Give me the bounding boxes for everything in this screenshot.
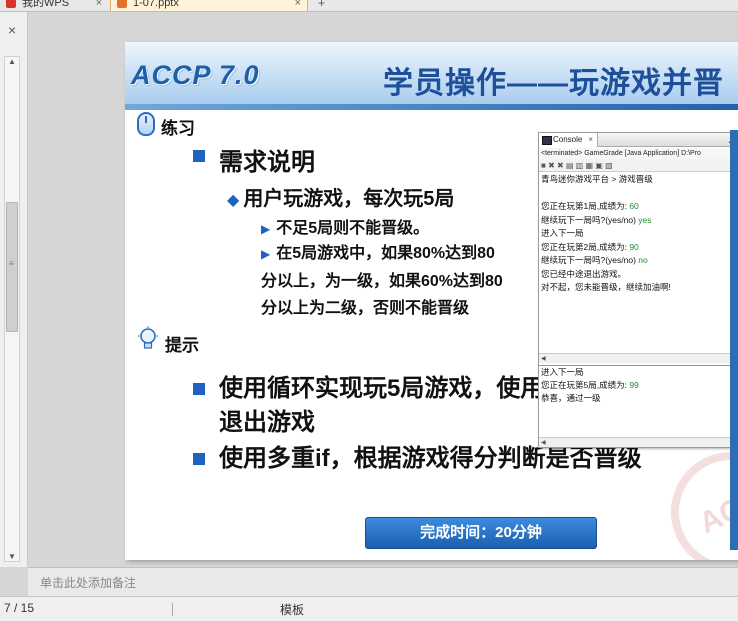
- sub-bullet-3: ▶ 在5局游戏中，如果80%达到80分以上，为一级，如果60%达到80分以上为二级…: [261, 240, 509, 322]
- console-line: 青鸟迷你游戏平台 > 游戏晋级: [541, 174, 653, 184]
- sidebar-scrollbar[interactable]: ▲ ≡ ▼: [4, 56, 20, 562]
- scroll-left-icon[interactable]: ◀: [541, 355, 546, 362]
- triangle-bullet-icon: ▶: [261, 222, 271, 236]
- console-line: 您正在玩第5局,成绩为: 99: [541, 380, 639, 390]
- sub-bullet-1: ◆ 用户玩游戏，每次玩5局: [227, 182, 454, 211]
- hint-label: 提示: [165, 336, 199, 355]
- stop-icon[interactable]: ■: [541, 161, 546, 170]
- scroll-up-icon[interactable]: ▲: [8, 57, 16, 66]
- console-line: 对不起，您未能晋级，继续加油啊!: [541, 282, 671, 292]
- tab-pptx[interactable]: 1-07.pptx ×: [110, 0, 308, 11]
- tab-label: 我的WPS: [22, 0, 70, 9]
- console-output-2: 进入下一局 您正在玩第5局,成绩为: 99 恭喜，通过一级: [539, 365, 737, 437]
- console-window: Console× ▁ □ <terminated> GameGrade [Jav…: [538, 132, 738, 448]
- tab-label: 1-07.pptx: [133, 0, 179, 9]
- wps-icon: [6, 0, 16, 8]
- bullet-square-icon: [193, 383, 205, 395]
- template-button[interactable]: 模板: [280, 601, 304, 618]
- slide-header: ACCP 7.0 学员操作——玩游戏并晋: [125, 42, 738, 104]
- open-console-icon[interactable]: ▧: [605, 161, 613, 170]
- requirement-heading: 需求说明: [193, 142, 315, 177]
- console-line: 您已经中途退出游戏。: [541, 268, 627, 279]
- console-status: <terminated> GameGrade [Java Application…: [539, 148, 738, 159]
- console-horizontal-scrollbar-2[interactable]: ◀ ▶: [539, 437, 738, 447]
- remove-all-icon[interactable]: ✖: [557, 161, 564, 170]
- sub-bullet-2: ▶ 不足5局则不能晋级。: [261, 214, 429, 238]
- new-tab-button[interactable]: +: [318, 0, 325, 10]
- status-bar: 7 / 15 模板: [0, 596, 738, 621]
- clear-icon[interactable]: ▤: [566, 161, 574, 170]
- display-console-icon[interactable]: ▣: [595, 161, 603, 170]
- scroll-down-icon[interactable]: ▼: [8, 552, 16, 561]
- console-horizontal-scrollbar[interactable]: ◀ ▶: [539, 353, 738, 363]
- diamond-bullet-icon: ◆: [227, 192, 240, 209]
- console-line: 继续玩下一局吗?(yes/no) no: [541, 255, 648, 265]
- console-line: 继续玩下一局吗?(yes/no) yes: [541, 214, 652, 225]
- scroll-lock-icon[interactable]: ▥: [576, 161, 584, 170]
- close-icon[interactable]: ×: [295, 0, 301, 11]
- notes-area[interactable]: 单击此处添加备注: [28, 567, 738, 596]
- console-line: 恭喜，通过一级: [541, 393, 601, 403]
- tab-my-wps[interactable]: 我的WPS ×: [0, 0, 108, 11]
- slide-canvas[interactable]: ACCP 7.0 学员操作——玩游戏并晋 练习 需求说明 ◆ 用户玩游戏，每次玩5…: [125, 42, 738, 560]
- console-tab[interactable]: Console ×: [539, 133, 599, 147]
- console-output: 青鸟迷你游戏平台 > 游戏晋级 您正在玩第1局,成绩为: 60 继续玩下一局吗?…: [539, 173, 737, 353]
- grip-icon: ≡: [9, 259, 14, 268]
- close-icon[interactable]: ×: [588, 135, 593, 144]
- pin-icon[interactable]: ▦: [586, 161, 594, 170]
- sub-bullet-text: 在5局游戏中，如果80%达到80分以上，为一级，如果60%达到80分以上为二级，…: [261, 245, 503, 317]
- console-tab-label: Console: [553, 135, 583, 144]
- practice-label: 练习: [161, 119, 195, 138]
- console-line: 您正在玩第1局,成绩为: 60: [541, 201, 639, 211]
- document-tab-bar: 我的WPS × 1-07.pptx × +: [0, 0, 738, 12]
- console-line: 您正在玩第2局,成绩为: 90: [541, 241, 639, 252]
- scroll-left-icon[interactable]: ◀: [541, 439, 546, 446]
- triangle-bullet-icon: ▶: [261, 247, 271, 261]
- header-divider: [125, 104, 738, 110]
- lightbulb-icon: [138, 326, 158, 349]
- sub-bullet-text: 用户玩游戏，每次玩5局: [243, 188, 455, 210]
- mouse-icon: [137, 112, 155, 136]
- bullet-square-icon: [193, 150, 205, 162]
- thumbnail-sidebar: × ▲ ≡ ▼: [0, 12, 28, 567]
- slide-title: 学员操作——玩游戏并晋: [383, 67, 724, 100]
- ppt-file-icon: [117, 0, 127, 8]
- close-icon[interactable]: ×: [96, 0, 102, 11]
- page-number: 7 / 15: [4, 601, 35, 615]
- console-tab-bar: Console× ▁ □: [539, 133, 738, 147]
- accp-logo: ACCP 7.0: [131, 60, 260, 90]
- requirement-text: 需求说明: [219, 149, 315, 176]
- slide-workspace: ACCP 7.0 学员操作——玩游戏并晋 练习 需求说明 ◆ 用户玩游戏，每次玩5…: [28, 12, 738, 567]
- status-divider: [172, 603, 173, 616]
- close-icon[interactable]: ×: [8, 22, 16, 38]
- console-line: 进入下一局: [541, 367, 584, 377]
- bullet-square-icon: [193, 453, 205, 465]
- right-panel-edge: [730, 130, 738, 550]
- scrollbar-thumb[interactable]: ≡: [6, 202, 18, 332]
- console-line: 进入下一局: [541, 228, 584, 238]
- console-toolbar: ■ ✖ ✖ ▤ ▥ ▦ ▣ ▧: [539, 159, 738, 172]
- sub-bullet-text: 不足5局则不能晋级。: [276, 220, 430, 237]
- completion-time-box: 完成时间：20分钟: [365, 517, 597, 549]
- remove-icon[interactable]: ✖: [548, 161, 555, 170]
- notes-placeholder[interactable]: 单击此处添加备注: [40, 574, 136, 591]
